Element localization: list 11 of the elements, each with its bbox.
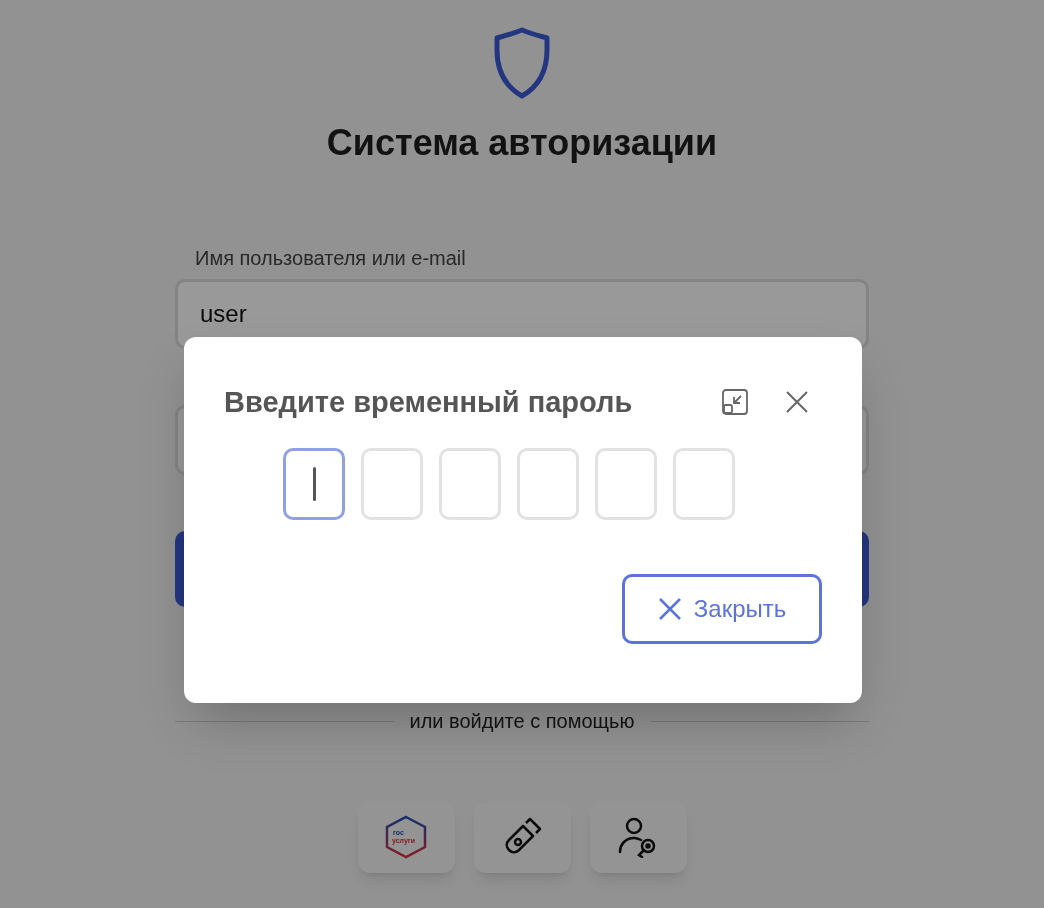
code-digit-field[interactable]	[283, 448, 345, 520]
dialog-title: Введите временный пароль	[224, 385, 633, 420]
close-button[interactable]: Закрыть	[622, 574, 822, 644]
user-key-button[interactable]	[589, 801, 687, 873]
text-cursor	[312, 467, 316, 501]
close-icon[interactable]	[784, 389, 810, 415]
minimize-icon[interactable]	[720, 387, 750, 417]
field-label: Имя пользователя или e-mail	[195, 246, 467, 271]
page-title: Система авторизации	[326, 121, 718, 165]
usb-token-button[interactable]	[473, 801, 571, 873]
close-icon	[657, 597, 682, 621]
